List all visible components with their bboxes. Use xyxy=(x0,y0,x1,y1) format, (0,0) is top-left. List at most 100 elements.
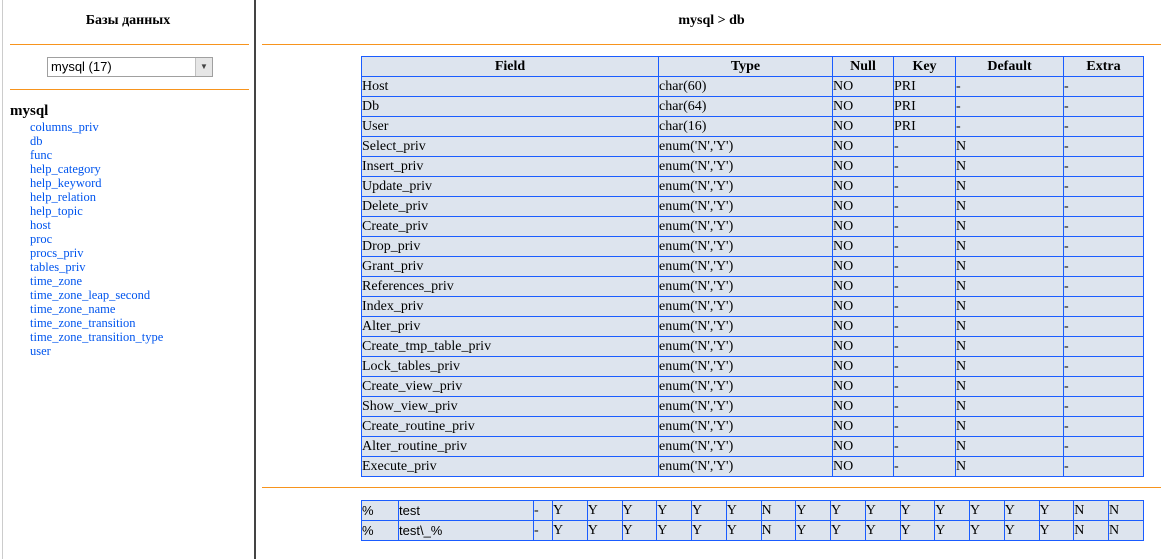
data-cell: N xyxy=(1073,500,1109,521)
table-link-time-zone-leap-second[interactable]: time_zone_leap_second xyxy=(30,288,163,302)
table-link-help-relation[interactable]: help_relation xyxy=(30,190,163,204)
cell-null: NO xyxy=(832,316,894,337)
data-cell: Y xyxy=(552,520,588,541)
table-link-func[interactable]: func xyxy=(30,148,163,162)
cell-field: Alter_priv xyxy=(361,316,659,337)
data-cell: N xyxy=(1108,500,1144,521)
cell-type: char(64) xyxy=(658,96,833,117)
divider xyxy=(262,487,1161,488)
cell-type: char(60) xyxy=(658,76,833,97)
table-link-time-zone-transition[interactable]: time_zone_transition xyxy=(30,316,163,330)
cell-null: NO xyxy=(832,76,894,97)
cell-null: NO xyxy=(832,116,894,137)
cell-field: Index_priv xyxy=(361,296,659,317)
data-cell: N xyxy=(760,520,797,541)
table-link-db[interactable]: db xyxy=(30,134,163,148)
data-cell: N xyxy=(760,500,797,521)
data-cell: - xyxy=(533,500,553,521)
data-cell: Y xyxy=(969,520,1005,541)
frame-edge xyxy=(2,0,3,559)
cell-field: Lock_tables_priv xyxy=(361,356,659,377)
table-link-host[interactable]: host xyxy=(30,218,163,232)
table-link-time-zone[interactable]: time_zone xyxy=(30,274,163,288)
cell-field: Host xyxy=(361,76,659,97)
table-link-proc[interactable]: proc xyxy=(30,232,163,246)
data-cell: Y xyxy=(1003,520,1040,541)
table-link-time-zone-transition-type[interactable]: time_zone_transition_type xyxy=(30,330,163,344)
divider xyxy=(10,89,249,90)
cell-key: - xyxy=(893,396,956,417)
data-cell: Y xyxy=(830,520,866,541)
cell-null: NO xyxy=(832,96,894,117)
cell-extra: - xyxy=(1063,156,1144,177)
table-link-tables-priv[interactable]: tables_priv xyxy=(30,260,163,274)
cell-default: N xyxy=(955,136,1064,157)
table-row: Delete_priv enum('N','Y') NO - N - xyxy=(361,196,1144,217)
table-row: Alter_priv enum('N','Y') NO - N - xyxy=(361,316,1144,337)
cell-type: enum('N','Y') xyxy=(658,316,833,337)
cell-type: enum('N','Y') xyxy=(658,196,833,217)
cell-type: enum('N','Y') xyxy=(658,396,833,417)
cell-null: NO xyxy=(832,156,894,177)
data-row: % test\_% - Y Y Y Y Y Y N Y Y Y Y Y Y Y Y N N xyxy=(361,520,1144,541)
cell-null: NO xyxy=(832,356,894,377)
cell-key: - xyxy=(893,176,956,197)
data-cell: test xyxy=(398,500,534,521)
cell-extra: - xyxy=(1063,296,1144,317)
structure-table: Field Type Null Key Default Extra Host char(60)… xyxy=(361,56,1144,477)
cell-field: References_priv xyxy=(361,276,659,297)
table-row: Create_tmp_table_priv enum('N','Y') NO - N - xyxy=(361,336,1144,357)
cell-extra: - xyxy=(1063,316,1144,337)
table-link-procs-priv[interactable]: procs_priv xyxy=(30,246,163,260)
cell-key: - xyxy=(893,136,956,157)
data-cell: Y xyxy=(795,500,831,521)
database-select[interactable]: mysql (17) ▼ xyxy=(47,57,213,77)
table-link-columns-priv[interactable]: columns_priv xyxy=(30,120,163,134)
data-cell: Y xyxy=(934,520,970,541)
cell-default: - xyxy=(955,116,1064,137)
cell-null: NO xyxy=(832,276,894,297)
data-cell: Y xyxy=(1003,500,1040,521)
database-select-value: mysql (17) xyxy=(51,59,112,74)
cell-null: NO xyxy=(832,416,894,437)
table-link-help-topic[interactable]: help_topic xyxy=(30,204,163,218)
cell-field: Create_priv xyxy=(361,216,659,237)
cell-key: - xyxy=(893,156,956,177)
table-link-help-category[interactable]: help_category xyxy=(30,162,163,176)
cell-extra: - xyxy=(1063,356,1144,377)
table-row: Index_priv enum('N','Y') NO - N - xyxy=(361,296,1144,317)
data-cell: % xyxy=(361,500,399,521)
table-link-user[interactable]: user xyxy=(30,344,163,358)
cell-extra: - xyxy=(1063,96,1144,117)
table-link-help-keyword[interactable]: help_keyword xyxy=(30,176,163,190)
data-cell: Y xyxy=(691,500,727,521)
table-list: columns_priv db func help_category help_keyw… xyxy=(30,120,163,358)
cell-type: enum('N','Y') xyxy=(658,416,833,437)
data-table: % test - Y Y Y Y Y Y N Y Y Y Y Y Y Y Y N N% test\_% - Y Y Y Y Y Y N Y… xyxy=(361,500,1144,541)
cell-type: enum('N','Y') xyxy=(658,216,833,237)
divider xyxy=(262,44,1161,45)
cell-key: - xyxy=(893,456,956,477)
chevron-down-icon[interactable]: ▼ xyxy=(195,58,212,76)
cell-null: NO xyxy=(832,296,894,317)
data-cell: Y xyxy=(1038,500,1075,521)
table-row: Alter_routine_priv enum('N','Y') NO - N - xyxy=(361,436,1144,457)
cell-null: NO xyxy=(832,176,894,197)
data-cell: Y xyxy=(586,520,623,541)
table-row: Create_view_priv enum('N','Y') NO - N - xyxy=(361,376,1144,397)
table-link-time-zone-name[interactable]: time_zone_name xyxy=(30,302,163,316)
cell-extra: - xyxy=(1063,136,1144,157)
cell-default: N xyxy=(955,376,1064,397)
cell-extra: - xyxy=(1063,456,1144,477)
cell-default: N xyxy=(955,416,1064,437)
table-row: Show_view_priv enum('N','Y') NO - N - xyxy=(361,396,1144,417)
cell-default: N xyxy=(955,356,1064,377)
table-row: Insert_priv enum('N','Y') NO - N - xyxy=(361,156,1144,177)
cell-field: Select_priv xyxy=(361,136,659,157)
cell-null: NO xyxy=(832,256,894,277)
cell-key: - xyxy=(893,216,956,237)
data-cell: Y xyxy=(725,520,762,541)
cell-extra: - xyxy=(1063,236,1144,257)
cell-type: enum('N','Y') xyxy=(658,456,833,477)
data-cell: Y xyxy=(725,500,762,521)
